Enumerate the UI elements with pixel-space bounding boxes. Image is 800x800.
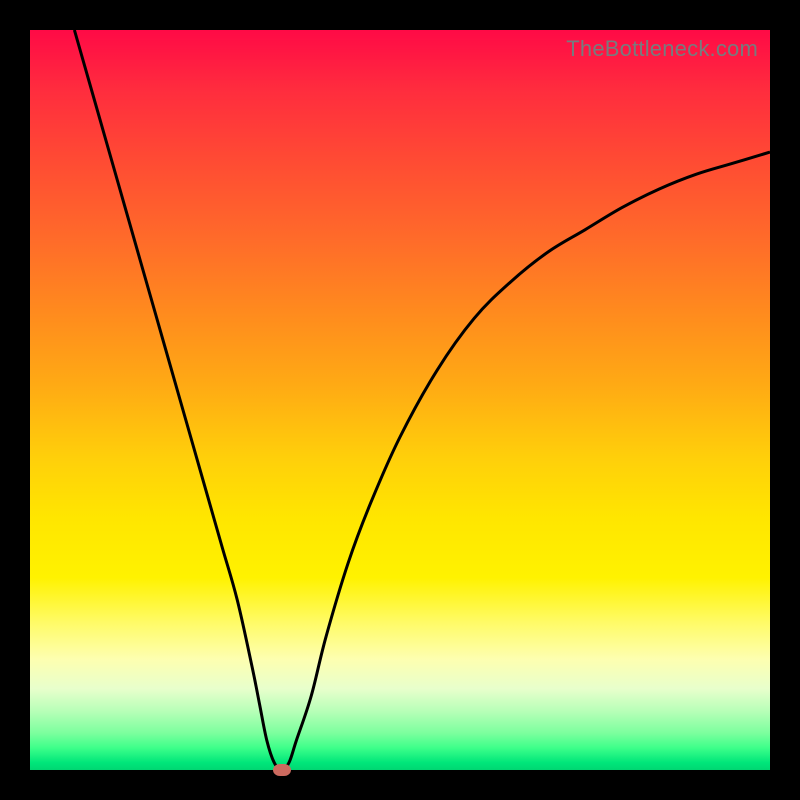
- chart-frame: TheBottleneck.com: [0, 0, 800, 800]
- bottleneck-curve: [30, 30, 770, 770]
- plot-area: TheBottleneck.com: [30, 30, 770, 770]
- minimum-marker: [273, 764, 291, 776]
- curve-path: [74, 30, 770, 770]
